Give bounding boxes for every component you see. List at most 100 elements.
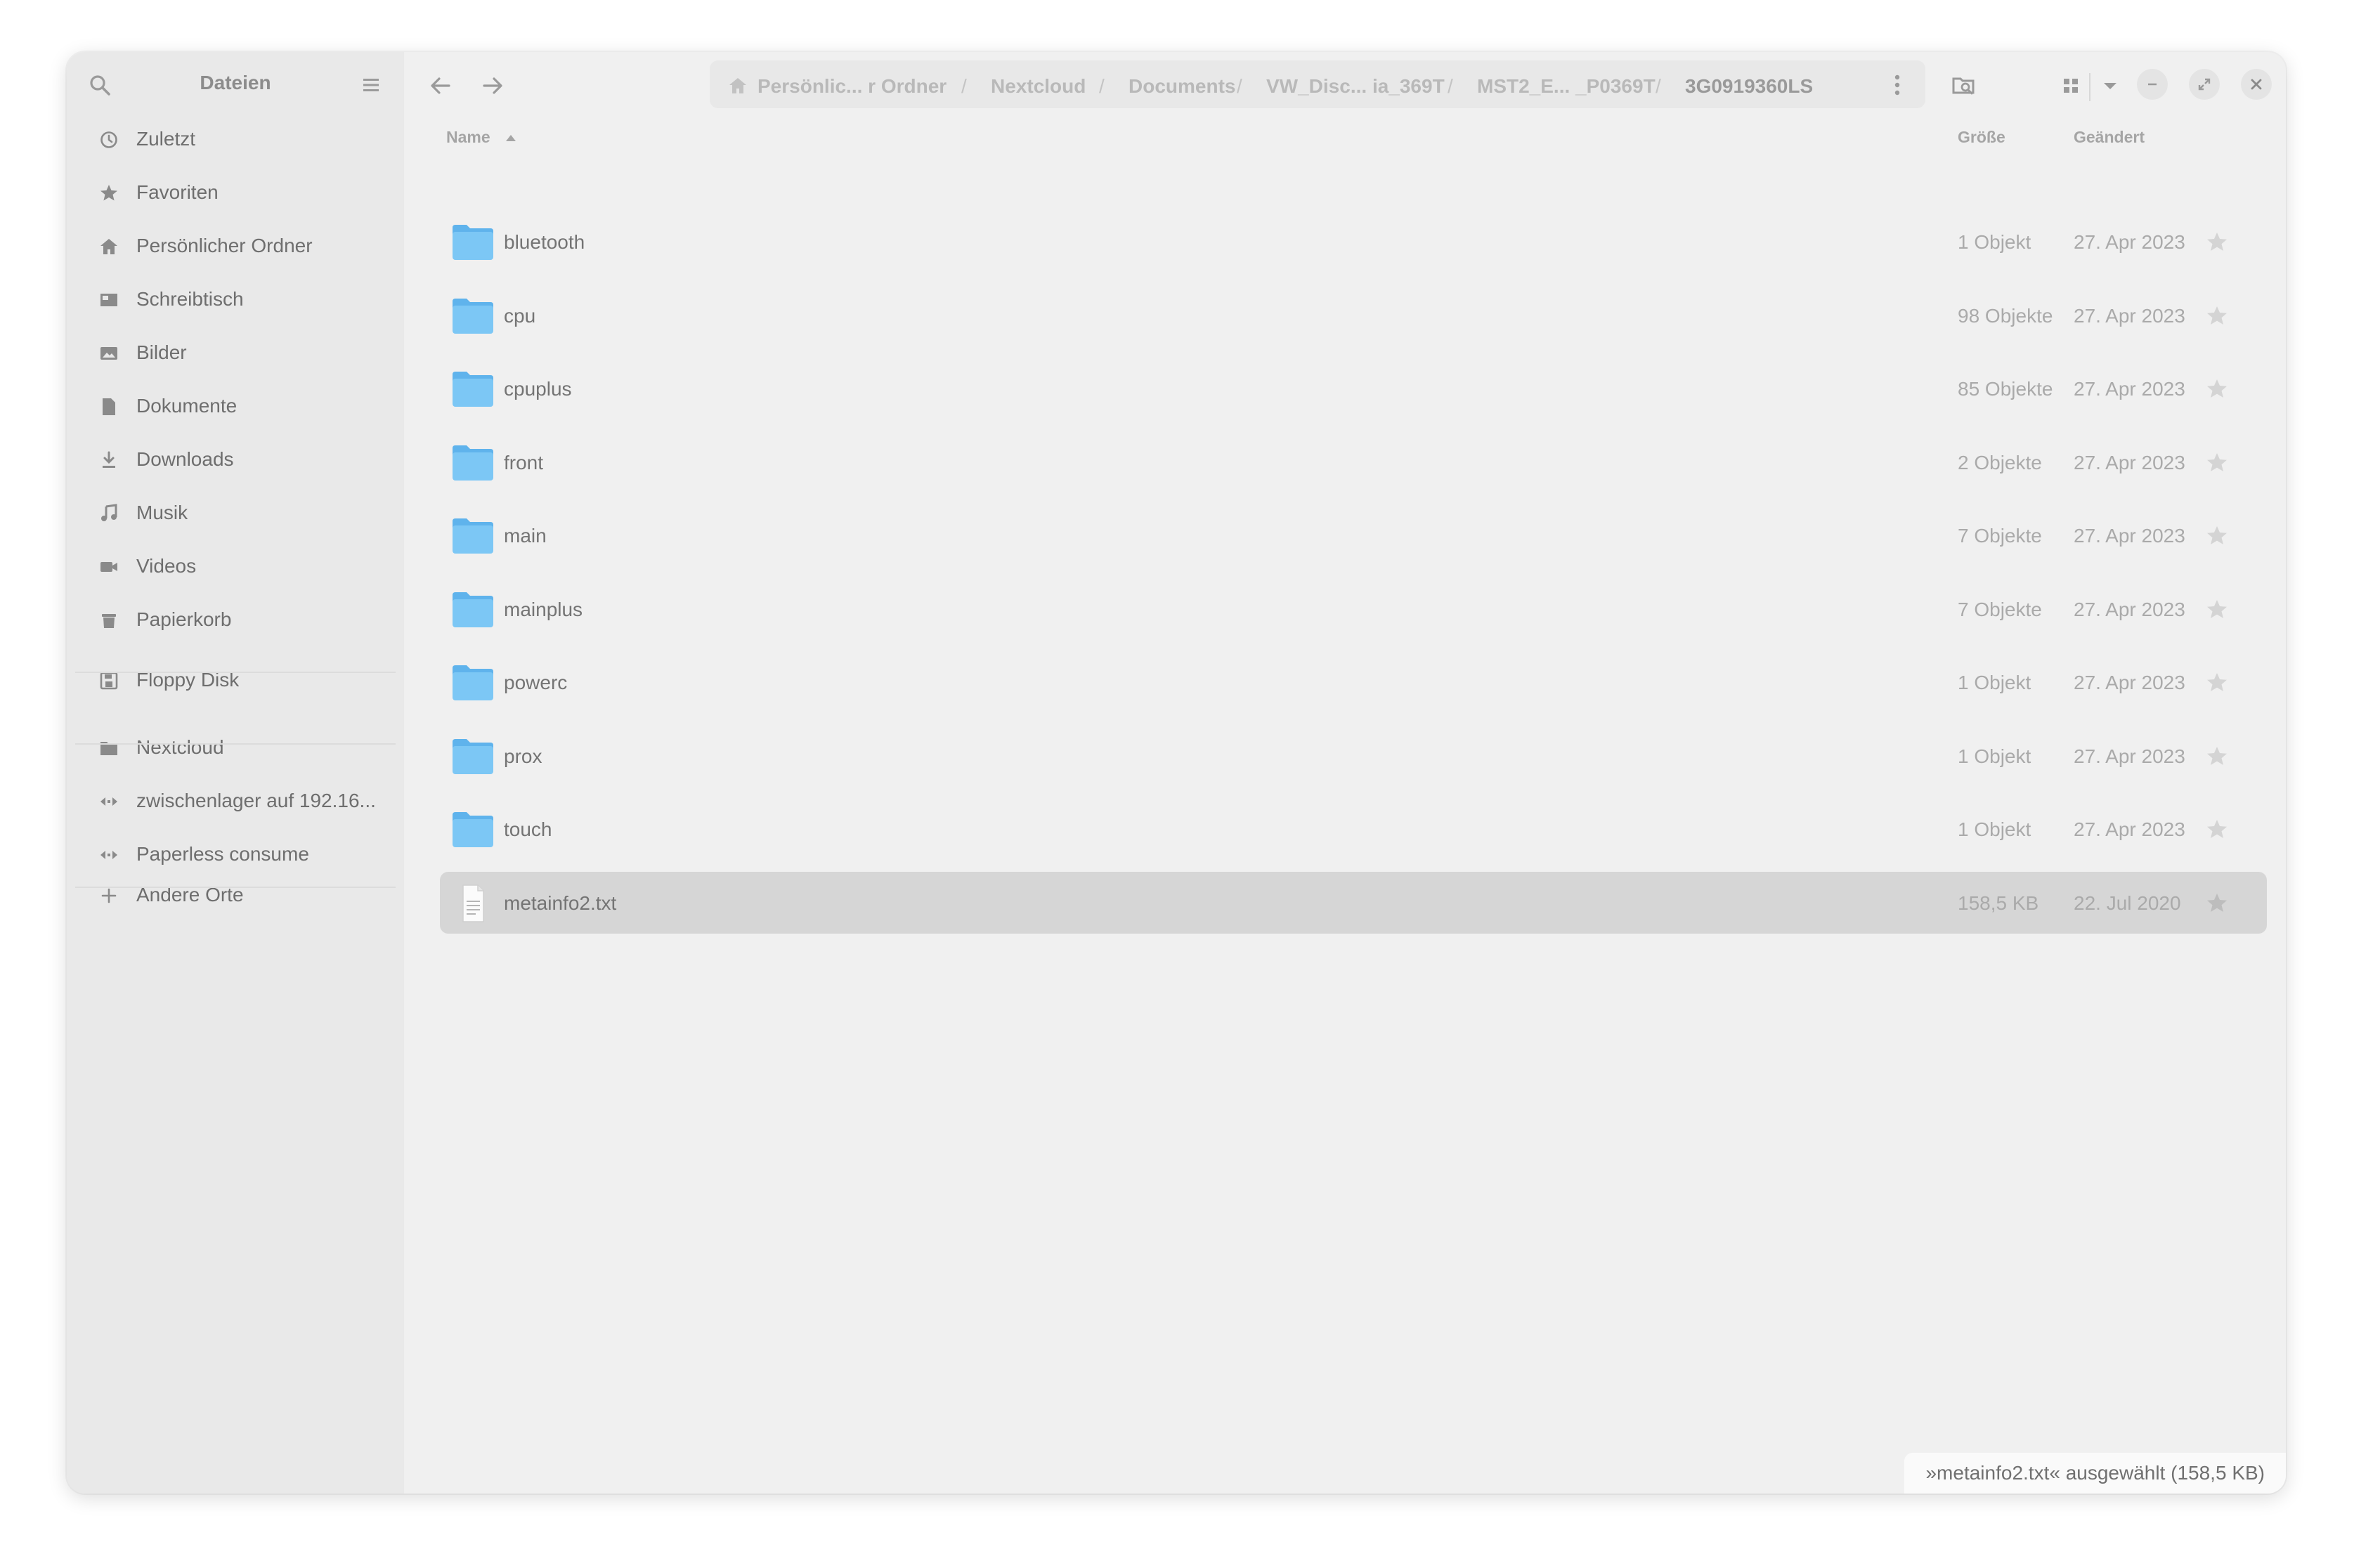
file-size: 1 Objekt — [1958, 231, 2031, 253]
sidebar-item-label: Musik — [136, 502, 188, 523]
breadcrumb-item-home[interactable]: Persönlic... r Ordner — [757, 75, 947, 98]
star-icon[interactable] — [2205, 377, 2229, 401]
sidebar-item-musik[interactable]: Musik — [75, 490, 396, 535]
breadcrumb-item-documents[interactable]: Documents — [1129, 75, 1235, 98]
file-row[interactable]: main 7 Objekte 27. Apr 2023 — [440, 504, 2267, 566]
breadcrumb: Persönlic... r Ordner / Nextcloud / Docu… — [710, 60, 1925, 108]
breadcrumb-item-mst2[interactable]: MST2_E... _P0369T — [1477, 75, 1656, 98]
sidebar-item-label: Schreibtisch — [136, 288, 244, 310]
chevron-down-icon[interactable] — [2096, 72, 2124, 100]
home-icon — [100, 239, 117, 254]
folder-icon — [453, 225, 493, 260]
file-row[interactable]: touch 1 Objekt 27. Apr 2023 — [440, 798, 2267, 860]
file-name: cpuplus — [504, 378, 572, 400]
sidebar-item-paperless-consume[interactable]: Paperless consume — [75, 832, 396, 877]
star-icon[interactable] — [2205, 230, 2229, 254]
file-size: 1 Objekt — [1958, 745, 2031, 767]
file-modified: 27. Apr 2023 — [2074, 452, 2185, 473]
star-icon[interactable] — [2205, 818, 2229, 842]
file-row[interactable]: bluetooth 1 Objekt 27. Apr 2023 — [440, 211, 2267, 273]
file-size: 7 Objekte — [1958, 599, 2042, 620]
sidebar-item-label: Videos — [136, 555, 197, 577]
sidebar-item-label: Zuletzt — [136, 128, 196, 150]
file-row[interactable]: prox 1 Objekt 27. Apr 2023 — [440, 725, 2267, 787]
star-icon[interactable] — [2205, 304, 2229, 328]
search-folder-icon[interactable] — [1950, 72, 1978, 100]
star-icon[interactable] — [2205, 598, 2229, 622]
file-name: mainplus — [504, 599, 583, 620]
home-icon[interactable] — [728, 76, 748, 96]
sidebar-item-downloads[interactable]: Downloads — [75, 437, 396, 482]
sidebar: Dateien Zuletzt Favoriten Persönlicher Ord… — [67, 52, 404, 1494]
file-manager-window: Dateien Zuletzt Favoriten Persönlicher Ord… — [67, 52, 2286, 1494]
maximize-button[interactable] — [2189, 69, 2220, 100]
grid-view-icon[interactable] — [2057, 72, 2085, 100]
maximize-icon — [2198, 78, 2211, 91]
folder-icon — [453, 812, 493, 847]
sidebar-item-zuletzt[interactable]: Zuletzt — [75, 117, 396, 162]
sidebar-item-nextcloud[interactable]: Nextcloud — [75, 725, 396, 770]
star-icon[interactable] — [2205, 451, 2229, 475]
breadcrumb-separator: / — [961, 75, 967, 97]
file-size: 85 Objekte — [1958, 378, 2053, 400]
sidebar-item-zwischenlager-auf-192-16[interactable]: zwischenlager auf 192.16... — [75, 778, 396, 823]
clock-icon — [100, 131, 117, 148]
sidebar-title: Dateien — [200, 72, 271, 93]
close-button[interactable] — [2241, 69, 2272, 100]
status-bar: »metainfo2.txt« ausgewählt (158,5 KB) — [1904, 1453, 2286, 1494]
file-row[interactable]: mainplus 7 Objekte 27. Apr 2023 — [440, 578, 2267, 640]
minimize-button[interactable] — [2137, 69, 2168, 100]
breadcrumb-item-vw-disc[interactable]: VW_Disc... ia_369T — [1266, 75, 1445, 98]
desktop-icon — [100, 294, 117, 306]
kebab-menu-icon[interactable] — [1890, 73, 1904, 97]
view-toggle-divider — [2089, 73, 2090, 101]
sidebar-item-schreibtisch[interactable]: Schreibtisch — [75, 277, 396, 322]
star-icon[interactable] — [2205, 671, 2229, 695]
hamburger-menu-icon[interactable] — [360, 74, 382, 96]
sidebar-item-papierkorb[interactable]: Papierkorb — [75, 597, 396, 642]
file-name: main — [504, 525, 547, 547]
file-row[interactable]: front 2 Objekte 27. Apr 2023 — [440, 431, 2267, 493]
file-row[interactable]: cpuplus 85 Objekte 27. Apr 2023 — [440, 358, 2267, 419]
download-icon — [103, 451, 115, 468]
sidebar-item-floppy-disk[interactable]: Floppy Disk — [75, 658, 396, 703]
back-arrow-icon[interactable] — [427, 72, 455, 100]
image-icon — [100, 347, 117, 360]
sidebar-item-andere-orte[interactable]: Andere Orte — [75, 873, 396, 917]
sidebar-item-persönlicher-ordner[interactable]: Persönlicher Ordner — [75, 223, 396, 268]
file-name: cpu — [504, 305, 536, 327]
forward-arrow-icon[interactable] — [479, 72, 507, 100]
breadcrumb-item-current[interactable]: 3G0919360LS — [1685, 75, 1813, 98]
sidebar-item-favoriten[interactable]: Favoriten — [75, 170, 396, 215]
file-row[interactable]: metainfo2.txt 158,5 KB 22. Jul 2020 — [440, 872, 2267, 934]
sidebar-item-dokumente[interactable]: Dokumente — [75, 384, 396, 429]
music-icon — [101, 504, 117, 521]
breadcrumb-separator: / — [1448, 75, 1453, 97]
sidebar-item-label: Favoriten — [136, 181, 219, 203]
star-icon[interactable] — [2205, 745, 2229, 769]
sidebar-item-label: zwischenlager auf 192.16... — [136, 790, 376, 811]
file-name: metainfo2.txt — [504, 892, 617, 914]
file-row[interactable]: powerc 1 Objekt 27. Apr 2023 — [440, 651, 2267, 713]
sidebar-item-videos[interactable]: Videos — [75, 544, 396, 589]
file-name: powerc — [504, 672, 568, 693]
star-icon — [100, 185, 117, 201]
file-name: prox — [504, 745, 542, 767]
document-icon — [103, 398, 115, 415]
sidebar-item-label: Dokumente — [136, 395, 238, 417]
column-header-modified[interactable]: Geändert — [2074, 128, 2145, 147]
breadcrumb-item-nextcloud[interactable]: Nextcloud — [991, 75, 1086, 98]
star-icon[interactable] — [2205, 524, 2229, 548]
trash-icon — [102, 614, 116, 628]
column-header-size[interactable]: Größe — [1958, 128, 2005, 147]
sidebar-separator — [75, 672, 396, 673]
sidebar-item-label: Bilder — [136, 341, 187, 363]
column-header-name[interactable]: Name — [446, 128, 517, 147]
file-modified: 27. Apr 2023 — [2074, 378, 2185, 400]
breadcrumb-separator: / — [1099, 75, 1105, 97]
star-icon[interactable] — [2205, 891, 2229, 915]
sidebar-item-bilder[interactable]: Bilder — [75, 330, 396, 375]
file-row[interactable]: cpu 98 Objekte 27. Apr 2023 — [440, 285, 2267, 346]
network-share-icon — [100, 797, 117, 806]
file-size: 98 Objekte — [1958, 305, 2053, 327]
